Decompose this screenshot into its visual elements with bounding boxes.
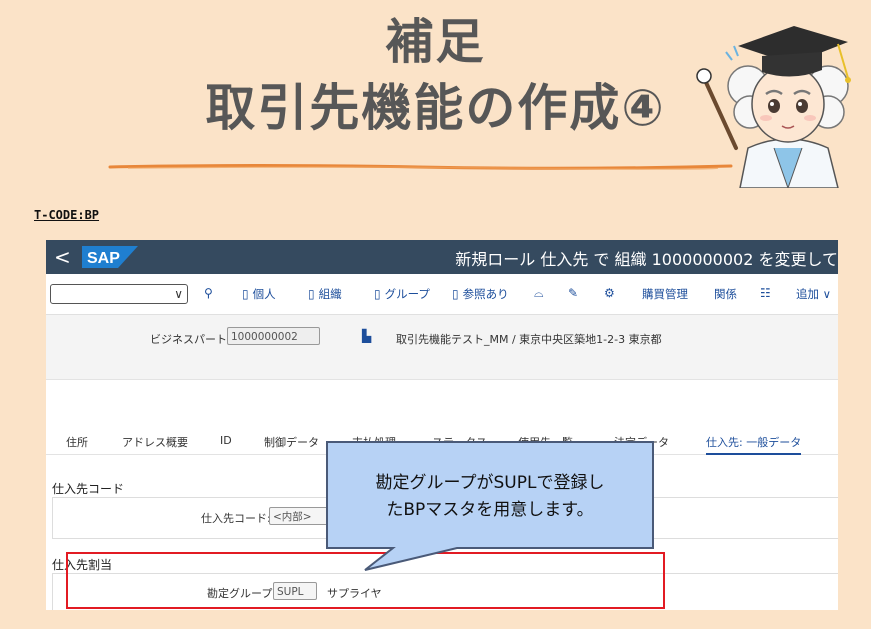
sap-logo-text: SAP xyxy=(87,250,120,267)
chat-button[interactable]: ⌓ xyxy=(534,286,548,301)
document-icon: ▯ xyxy=(452,287,459,301)
tab-address[interactable]: 住所 xyxy=(66,434,88,450)
edit-icon: ✎ xyxy=(568,286,579,300)
bp-number-field[interactable]: 1000000002 xyxy=(227,327,320,345)
chevron-down-icon: ∨ xyxy=(822,287,832,301)
person-add-icon: ⚲ xyxy=(204,286,213,300)
tab-address-overview[interactable]: アドレス概要 xyxy=(122,434,188,450)
more-button[interactable]: 追加 ∨ xyxy=(796,286,831,302)
list-button[interactable]: ☷ xyxy=(760,286,775,300)
chat-icon: ⌓ xyxy=(534,286,544,300)
back-button[interactable]: < xyxy=(54,245,71,269)
toolbar-label: 組織 xyxy=(318,287,342,301)
toolbar-label: グループ xyxy=(384,287,430,301)
bp-description: 取引先機能テスト_MM / 東京中央区築地1-2-3 東京都 xyxy=(396,333,662,346)
create-group-button[interactable]: ▯ グループ xyxy=(374,286,430,302)
document-icon: ▯ xyxy=(242,287,249,301)
settings-icon: ⚙ xyxy=(604,286,615,300)
vendor-code-label: 仕入先コード: xyxy=(201,512,271,525)
create-organization-button[interactable]: ▯ 組織 xyxy=(308,286,342,302)
callout-text: 勘定グループがSUPLで登録し たBPマスタを用意します。 xyxy=(325,470,655,524)
create-person-button[interactable]: ▯ 個人 xyxy=(242,286,276,302)
tab-vendor-general[interactable]: 仕入先: 一般データ xyxy=(706,434,802,455)
bp-label: ビジネスパートナ xyxy=(150,333,238,346)
purchasing-button[interactable]: 購買管理 xyxy=(642,286,688,302)
vendor-code-field[interactable]: <内部> xyxy=(269,507,329,525)
object-header: ビジネスパートナ 1000000002 ▙ 取引先機能テスト_MM / 東京中央… xyxy=(46,315,838,380)
list-icon: ☷ xyxy=(760,286,771,300)
toolbar-label: 個人 xyxy=(252,287,276,301)
window-title: 新規ロール 仕入先 で 組織 1000000002 を変更して xyxy=(455,250,838,269)
sap-logo[interactable]: SAP xyxy=(82,246,138,268)
person-add-button[interactable]: ⚲ xyxy=(204,286,217,300)
professor-mascot-icon xyxy=(696,26,851,188)
title-underline xyxy=(108,164,733,170)
shell-bar: < SAP 新規ロール 仕入先 で 組織 1000000002 を変更して xyxy=(46,240,838,274)
toolbar: ∨ ⚲ ▯ 個人 ▯ 組織 ▯ グループ ▯ 参照あり ⌓ ✎ ⚙ 購買管理 関係 ☷ … xyxy=(46,274,838,315)
relationships-button[interactable]: 関係 xyxy=(714,286,737,302)
tab-control-data[interactable]: 制御データ xyxy=(264,434,319,450)
tcode-label: T-CODE:BP xyxy=(34,208,100,222)
settings-button[interactable]: ⚙ xyxy=(604,286,619,300)
toolbar-label: 追加 xyxy=(796,287,819,301)
command-field[interactable]: ∨ xyxy=(50,284,188,304)
edit-button[interactable]: ✎ xyxy=(568,286,582,300)
toolbar-label: 参照あり xyxy=(462,287,509,301)
callout-line2: たBPマスタを用意します。 xyxy=(386,500,594,520)
callout-line1: 勘定グループがSUPLで登録し xyxy=(375,473,605,493)
chevron-down-icon[interactable]: ∨ xyxy=(174,285,183,303)
tab-id[interactable]: ID xyxy=(220,434,232,447)
document-icon: ▯ xyxy=(308,287,315,301)
create-with-reference-button[interactable]: ▯ 参照あり xyxy=(452,286,509,302)
document-icon: ▯ xyxy=(374,287,381,301)
organization-icon: ▙ xyxy=(362,329,372,343)
vendor-code-section-title: 仕入先コード xyxy=(52,482,125,496)
